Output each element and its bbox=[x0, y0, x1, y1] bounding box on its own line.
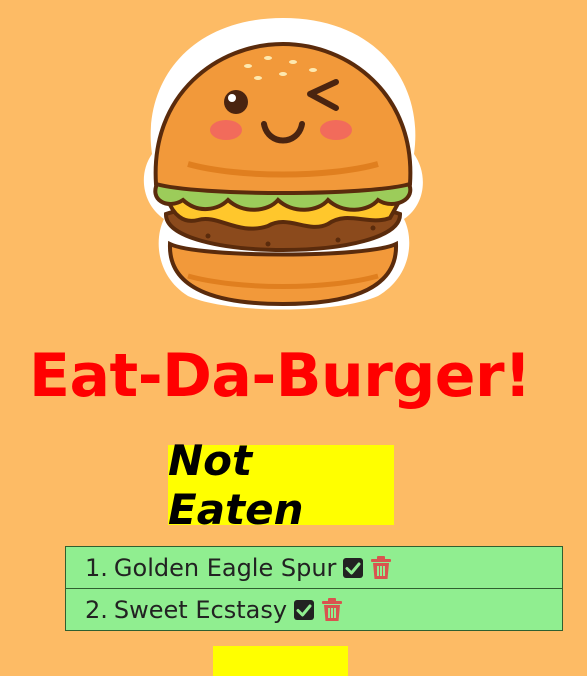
burger-number: 2. bbox=[85, 595, 108, 624]
check-square-icon[interactable] bbox=[293, 599, 315, 621]
not-eaten-heading: Not Eaten bbox=[168, 436, 394, 534]
list-item: 1. Golden Eagle Spur bbox=[65, 546, 563, 589]
not-eaten-list: 1. Golden Eagle Spur 2. Sweet Ecstasy bbox=[65, 546, 563, 631]
check-square-icon[interactable] bbox=[342, 557, 364, 579]
burger-name: Golden Eagle Spur bbox=[113, 553, 337, 582]
trash-icon[interactable] bbox=[370, 555, 392, 580]
trash-icon[interactable] bbox=[321, 597, 343, 622]
burger-logo bbox=[143, 18, 423, 310]
page-title: Eat-Da-Burger! bbox=[29, 341, 531, 411]
eaten-heading-partial bbox=[213, 646, 348, 676]
list-item: 2. Sweet Ecstasy bbox=[65, 588, 563, 631]
burger-number: 1. bbox=[85, 553, 108, 582]
burger-name: Sweet Ecstasy bbox=[113, 595, 288, 624]
